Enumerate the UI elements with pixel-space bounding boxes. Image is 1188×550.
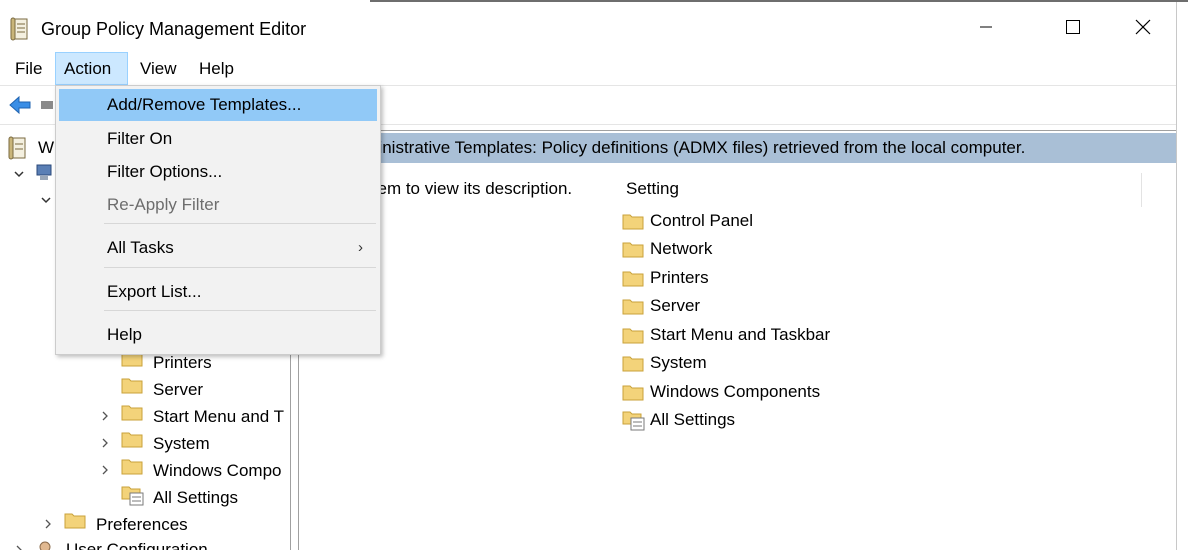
tree-item-all-settings[interactable]: All Settings	[153, 484, 238, 511]
submenu-arrow-icon: ›	[358, 239, 363, 256]
menu-action[interactable]: Action	[55, 52, 128, 85]
menu-item-filter-on[interactable]: Filter On	[59, 123, 377, 155]
policy-root-icon	[8, 136, 26, 160]
details-pane: ninistrative Templates: Policy definitio…	[299, 130, 1176, 550]
menu-item-label: Filter Options...	[107, 162, 223, 181]
action-menu-dropdown: Add/Remove Templates... Filter On Filter…	[55, 85, 381, 355]
menu-item-all-tasks[interactable]: All Tasks ›	[59, 232, 377, 264]
menu-separator	[104, 223, 376, 224]
folder-icon	[121, 405, 143, 421]
tree-item-start-menu[interactable]: Start Menu and T	[153, 403, 284, 430]
menu-item-reapply-filter[interactable]: Re-Apply Filter	[59, 189, 377, 221]
minimize-icon	[980, 26, 992, 28]
minimize-button[interactable]	[951, 2, 1021, 52]
tree-item-server[interactable]: Server	[153, 376, 203, 403]
chevron-down-icon[interactable]	[13, 168, 25, 180]
menu-separator	[104, 310, 376, 311]
list-item-label: Start Menu and Taskbar	[650, 325, 831, 344]
chevron-right-icon[interactable]	[99, 464, 111, 476]
computer-config-icon	[36, 164, 52, 180]
column-divider	[1141, 173, 1142, 207]
folder-icon	[622, 214, 644, 230]
menu-item-add-remove-templates[interactable]: Add/Remove Templates...	[59, 89, 377, 121]
forward-arrow-icon[interactable]	[40, 99, 54, 111]
menu-file[interactable]: File	[7, 52, 50, 85]
tree-item-system[interactable]: System	[153, 430, 210, 457]
menu-item-label: All Tasks	[107, 238, 174, 257]
list-item-label: All Settings	[650, 410, 736, 429]
details-header-band: ninistrative Templates: Policy definitio…	[299, 133, 1176, 163]
group-policy-editor-window: Group Policy Management Editor File Acti…	[0, 0, 1188, 550]
tree-item-preferences[interactable]: Preferences	[96, 511, 188, 538]
back-arrow-icon[interactable]	[8, 95, 32, 115]
menu-bar: File Action View Help	[0, 52, 1176, 85]
window-border	[1176, 2, 1177, 550]
chevron-right-icon[interactable]	[99, 410, 111, 422]
menu-view[interactable]: View	[132, 52, 185, 85]
menu-item-label: Help	[107, 325, 142, 344]
chevron-right-icon[interactable]	[13, 544, 25, 550]
list-item-label: Control Panel	[650, 211, 754, 230]
list-item-label: Network	[650, 239, 713, 258]
tree-item-windows-components[interactable]: Windows Compo	[153, 457, 282, 484]
menu-help[interactable]: Help	[191, 52, 242, 85]
list-item-label: Server	[650, 296, 701, 315]
folder-icon	[121, 459, 143, 475]
list-item-label: System	[650, 353, 707, 372]
description-text: item to view its description.	[369, 179, 573, 198]
menu-item-label: Add/Remove Templates...	[107, 95, 302, 114]
folder-icon	[622, 385, 644, 401]
list-item-label: Printers	[650, 268, 709, 287]
column-header-setting[interactable]: Setting	[626, 179, 679, 199]
menu-separator	[104, 267, 376, 268]
menu-item-label: Re-Apply Filter	[107, 195, 220, 214]
gpo-editor-icon	[10, 17, 28, 41]
menu-item-export-list[interactable]: Export List...	[59, 276, 377, 308]
maximize-icon	[1066, 20, 1080, 34]
folder-icon	[121, 378, 143, 394]
maximize-button[interactable]	[1038, 2, 1108, 52]
all-settings-icon	[622, 411, 645, 431]
menu-item-help[interactable]: Help	[59, 319, 377, 351]
folder-icon	[622, 356, 644, 372]
window-title: Group Policy Management Editor	[41, 19, 307, 39]
tree-item-user-configuration[interactable]: User Configuration	[66, 536, 208, 550]
tree-root-label[interactable]: W	[38, 134, 54, 161]
folder-icon	[622, 271, 644, 287]
menu-item-label: Export List...	[107, 282, 202, 301]
menu-item-label: Filter On	[107, 129, 173, 148]
folder-icon	[121, 432, 143, 448]
chevron-down-icon[interactable]	[40, 194, 52, 206]
chevron-right-icon[interactable]	[99, 437, 111, 449]
folder-icon	[622, 242, 644, 258]
close-button[interactable]	[1108, 2, 1178, 52]
close-icon	[1135, 19, 1151, 35]
all-settings-icon	[121, 486, 144, 506]
chevron-right-icon[interactable]	[42, 518, 54, 530]
folder-icon	[622, 299, 644, 315]
user-config-icon	[39, 541, 51, 550]
folder-icon	[64, 513, 86, 529]
folder-icon	[622, 328, 644, 344]
menu-item-filter-options[interactable]: Filter Options...	[59, 156, 377, 188]
details-header-text: ninistrative Templates: Policy definitio…	[369, 138, 1026, 157]
list-item-label: Windows Components	[650, 382, 821, 401]
